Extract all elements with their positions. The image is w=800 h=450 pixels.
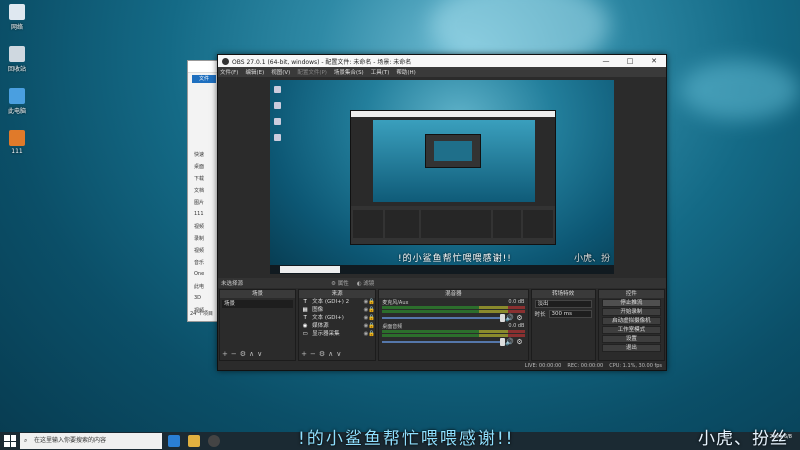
sources-title: 来源 xyxy=(299,290,376,298)
visibility-icon: ◉🔒 xyxy=(363,331,376,337)
menu-help[interactable]: 帮助(H) xyxy=(396,68,415,76)
controls-title: 控件 xyxy=(598,290,664,298)
computer-icon xyxy=(9,88,25,104)
obs-logo-icon xyxy=(222,57,229,65)
file-explorer-window[interactable]: 文件 快速 桌面 下载 文档 图片 111 视频 录制 视频 音乐 One 此电… xyxy=(187,60,221,322)
nested-obs-capture xyxy=(350,110,556,245)
menu-view[interactable]: 视图(V) xyxy=(271,68,290,76)
stop-streaming-button[interactable]: 停止推流 xyxy=(601,299,661,307)
explorer-title-bar[interactable] xyxy=(188,61,220,73)
menu-file[interactable]: 文件(F) xyxy=(220,68,238,76)
source-item[interactable]: ▭ 显示器采集 ◉🔒 xyxy=(299,330,376,338)
source-item[interactable]: ◉ 媒体源 ◉🔒 xyxy=(299,322,376,330)
preview-desktop-icons xyxy=(274,86,282,150)
obs-icon[interactable] xyxy=(208,435,220,447)
desktop-icon-recycle-bin[interactable]: 回收站 xyxy=(4,46,30,73)
recycle-bin-icon xyxy=(9,46,25,62)
preview-area: !的小鲨鱼帮忙喂喂感谢!! 小虎、扮 xyxy=(218,77,666,277)
preview-caption: !的小鲨鱼帮忙喂喂感谢!! xyxy=(398,254,512,264)
volume-meter xyxy=(382,330,525,333)
taskbar-search[interactable]: 在这里输入你要搜索的内容 xyxy=(20,433,162,449)
desktop-icon-network[interactable]: 网络 xyxy=(4,4,30,31)
network-icon xyxy=(9,4,25,20)
obs-window[interactable]: OBS 27.0.1 (64-bit, windows) - 配置文件: 未命名… xyxy=(217,54,667,371)
mixer-title: 混音器 xyxy=(379,290,528,298)
transitions-dock: 转场特效 淡出 时长 300 ms xyxy=(530,289,596,361)
scenes-title: 场景 xyxy=(220,290,296,298)
volume-meter xyxy=(382,306,525,309)
overlay-caption: !的小鲨鱼帮忙喂喂感谢!! xyxy=(298,429,515,449)
close-button[interactable]: ✕ xyxy=(642,57,666,65)
controls-dock: 控件 停止推流 开始录制 启动虚拟摄像机 工作室模式 设置 退出 xyxy=(597,289,665,361)
no-source-selected: 未选择源 xyxy=(221,281,244,287)
overlay-caption-2: 小虎、扮丝 xyxy=(698,429,788,449)
menu-edit[interactable]: 编辑(E) xyxy=(245,68,264,76)
source-item[interactable]: T 文本 (GDI+) ◉🔒 xyxy=(299,314,375,322)
desktop-icon-folder-111[interactable]: 111 xyxy=(4,130,30,155)
visibility-icon: ◉🔒 xyxy=(363,299,376,305)
desktop-icon-computer[interactable]: 此电脑 xyxy=(4,88,30,115)
transition-select[interactable]: 淡出 xyxy=(534,300,592,308)
menu-bar: 文件(F) 编辑(E) 视图(V) 配置文件(P) 场景集合(S) 工具(T) … xyxy=(218,67,666,77)
source-item[interactable]: ▦ 图像 ◉🔒 xyxy=(299,306,376,314)
menu-profile[interactable]: 配置文件(P) xyxy=(297,68,327,76)
scene-item[interactable]: 场景 xyxy=(222,300,294,308)
mixer-channel: 麦克风/Aux 0.0 dB 🔊 ⚙ xyxy=(382,299,525,322)
speaker-icon[interactable]: 🔊 xyxy=(505,338,515,346)
status-bar: LIVE: 00:00:00 REC: 00:00:00 CPU: 1.1%, … xyxy=(218,361,666,370)
source-toolbar: 未选择源 ⚙ 属性 ◐ 滤镜 xyxy=(218,278,666,288)
exit-button[interactable]: 退出 xyxy=(601,344,661,352)
start-virtual-camera-button[interactable]: 启动虚拟摄像机 xyxy=(601,317,661,325)
explorer-item-count: 24 个项目 xyxy=(190,311,213,317)
duration-input[interactable]: 300 ms xyxy=(548,310,592,318)
start-button[interactable] xyxy=(4,435,16,447)
mixer-channel: 桌面音频 0.0 dB 🔊 ⚙ xyxy=(382,323,525,346)
properties-button[interactable]: ⚙ 属性 xyxy=(331,279,349,287)
transitions-title: 转场特效 xyxy=(531,290,595,298)
visibility-icon: ◉🔒 xyxy=(363,307,376,313)
cpu-status: CPU: 1.1%, 30.00 fps xyxy=(609,362,662,369)
speaker-icon[interactable]: 🔊 xyxy=(505,314,515,322)
filters-button[interactable]: ◐ 滤镜 xyxy=(357,279,375,287)
preview-caption-2: 小虎、扮 xyxy=(573,254,610,264)
maximize-button[interactable]: □ xyxy=(618,57,642,65)
folder-icon[interactable] xyxy=(188,435,200,447)
minimize-button[interactable]: — xyxy=(594,57,618,65)
start-recording-button[interactable]: 开始录制 xyxy=(601,308,661,316)
explorer-file-tab[interactable]: 文件 xyxy=(192,75,216,83)
visibility-icon: ◉🔒 xyxy=(363,315,376,321)
obs-title-bar[interactable]: OBS 27.0.1 (64-bit, windows) - 配置文件: 未命名… xyxy=(218,55,666,67)
settings-button[interactable]: 设置 xyxy=(601,335,661,343)
rec-status: REC: 00:00:00 xyxy=(567,362,604,369)
mixer-dock: 混音器 麦克风/Aux 0.0 dB 🔊 ⚙ 桌面音频 0.0 dB 🔊 ⚙ xyxy=(378,289,529,361)
menu-scene-collection[interactable]: 场景集合(S) xyxy=(334,68,364,76)
live-status: LIVE: 00:00:00 xyxy=(524,362,562,369)
window-title: OBS 27.0.1 (64-bit, windows) - 配置文件: 未命名… xyxy=(232,58,412,66)
edge-icon[interactable] xyxy=(168,435,180,447)
source-item[interactable]: T 文本 (GDI+) 2 ◉🔒 xyxy=(299,298,375,306)
sources-dock: 来源 T 文本 (GDI+) 2 ◉🔒 ▦ 图像 ◉🔒 T 文本 (GDI+) ◉🔒 ◉ 媒体… xyxy=(298,289,377,361)
preview-canvas[interactable]: !的小鲨鱼帮忙喂喂感谢!! 小虎、扮 xyxy=(270,80,614,274)
scene-controls[interactable]: +−⚙∧∨ xyxy=(222,350,265,358)
studio-mode-button[interactable]: 工作室模式 xyxy=(601,326,661,334)
volume-slider[interactable] xyxy=(382,313,505,322)
preview-taskbar xyxy=(270,265,614,274)
background-glow xyxy=(680,60,800,120)
menu-tools[interactable]: 工具(T) xyxy=(371,68,390,76)
folder-icon xyxy=(9,130,25,146)
scenes-dock: 场景 场景 +−⚙∧∨ xyxy=(219,289,297,361)
duration-label: 时长 xyxy=(534,312,546,318)
volume-slider[interactable] xyxy=(382,337,505,346)
visibility-icon: ◉🔒 xyxy=(363,323,376,329)
gear-icon[interactable]: ⚙ xyxy=(515,338,525,346)
gear-icon[interactable]: ⚙ xyxy=(515,314,525,322)
docks: 场景 场景 +−⚙∧∨ 来源 T 文本 (GDI+) 2 ◉🔒 ▦ 图像 ◉🔒 T 文本 … xyxy=(218,289,666,361)
source-controls[interactable]: +−⚙∧∨ xyxy=(301,350,344,358)
